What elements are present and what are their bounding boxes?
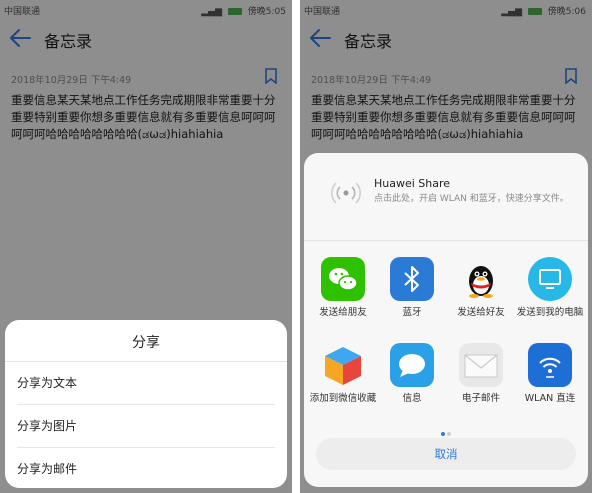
share-as-text-option[interactable]: 分享为文本	[17, 362, 275, 405]
share-target-label: 电子邮件	[461, 393, 500, 404]
share-target-email[interactable]: 电子邮件	[446, 343, 516, 405]
share-target-bluetooth[interactable]: 蓝牙	[377, 257, 447, 319]
wechat-favorites-icon	[321, 343, 365, 387]
share-target-label: WLAN 直连	[524, 393, 576, 404]
share-target-wlan-direct[interactable]: WLAN 直连	[515, 343, 585, 405]
share-target-label: 添加到微信收藏	[309, 393, 377, 404]
email-icon	[459, 343, 503, 387]
share-sheet: Huawei Share 点击此处，开启 WLAN 和蓝牙，快速分享文件。 发送…	[304, 153, 588, 487]
computer-icon	[528, 257, 572, 301]
share-as-image-option[interactable]: 分享为图片	[17, 405, 275, 448]
share-target-label: 蓝牙	[402, 307, 422, 318]
share-dialog: 分享 分享为文本 分享为图片 分享为邮件	[5, 320, 287, 488]
huawei-share-panel[interactable]: Huawei Share 点击此处，开启 WLAN 和蓝牙，快速分享文件。	[304, 153, 588, 241]
share-as-email-option[interactable]: 分享为邮件	[17, 448, 275, 490]
share-target-label: 发送给朋友	[319, 307, 367, 318]
wifi-direct-icon	[528, 343, 572, 387]
wechat-icon	[321, 257, 365, 301]
huawei-share-icon	[331, 182, 361, 204]
bluetooth-icon	[390, 257, 434, 301]
share-target-label: 发送给好友	[457, 307, 505, 318]
share-target-wechat-favorites[interactable]: 添加到微信收藏	[308, 343, 378, 405]
huawei-share-title: Huawei Share	[374, 177, 451, 190]
share-target-messages[interactable]: 信息	[377, 343, 447, 405]
share-dialog-title: 分享	[132, 335, 160, 351]
cancel-button[interactable]: 取消	[316, 438, 576, 470]
share-target-label: 信息	[402, 393, 422, 404]
messages-icon	[390, 343, 434, 387]
left-screen: 中国联通 ▂▄▆ 傍晚5:05 备忘录 2018年10月29日 下午4:49 重…	[0, 0, 292, 493]
share-target-qq-friend[interactable]: 发送给好友	[446, 257, 516, 319]
qq-icon	[459, 257, 503, 301]
share-target-my-computer[interactable]: 发送到我的电脑	[515, 257, 585, 319]
page-dot	[447, 432, 451, 436]
share-target-wechat-friend[interactable]: 发送给朋友	[308, 257, 378, 319]
huawei-share-subtitle: 点击此处，开启 WLAN 和蓝牙，快速分享文件。	[374, 194, 569, 204]
right-screen: 中国联通 ▂▄▆ 傍晚5:06 备忘录 2018年10月29日 下午4:49 重…	[300, 0, 592, 493]
share-target-label: 发送到我的电脑	[516, 307, 584, 318]
page-dot-active	[441, 432, 445, 436]
